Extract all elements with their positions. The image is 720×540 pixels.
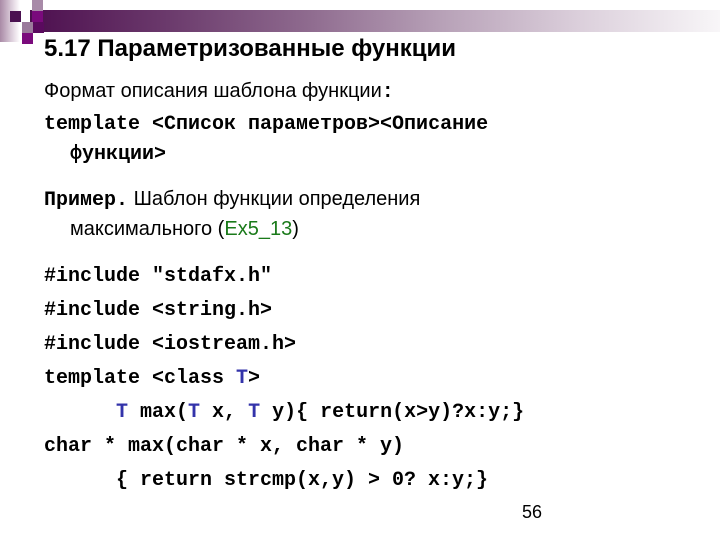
decor-square	[22, 22, 33, 33]
format-label: Формат описания шаблона функции	[44, 80, 382, 102]
code-text: >	[248, 367, 261, 390]
code-line-4: template <class T>	[44, 367, 260, 390]
slide-title: 5.17 Параметризованные функции	[44, 35, 457, 62]
code-text: x,	[200, 401, 249, 424]
type-param: T	[188, 401, 201, 424]
page-number: 56	[522, 502, 543, 522]
type-param: T	[236, 367, 249, 390]
type-param: T	[248, 401, 261, 424]
template-syntax-line1: template <Список параметров><Описание	[44, 113, 489, 136]
code-text: max(	[128, 401, 189, 424]
decor-square	[32, 11, 43, 22]
code-line-2: #include <string.h>	[44, 299, 273, 322]
example-label: Пример.	[44, 189, 129, 212]
example-line1: Пример. Шаблон функции определения	[44, 188, 420, 212]
example-text-post: )	[292, 218, 299, 240]
code-line-3: #include <iostream.h>	[44, 333, 297, 356]
format-description: Формат описания шаблона функции:	[44, 80, 394, 104]
code-line-1: #include "stdafx.h"	[44, 265, 273, 288]
code-text: y){ return(x>y)?x:y;}	[260, 401, 525, 424]
code-text: template <class	[44, 367, 237, 390]
example-text-pre: максимального (	[70, 218, 225, 240]
decor-square	[10, 11, 21, 22]
decor-square	[22, 33, 33, 44]
template-syntax-line2: функции>	[70, 143, 167, 166]
code-line-7: { return strcmp(x,y) > 0? x:y;}	[116, 469, 489, 492]
decor-square	[33, 22, 44, 33]
example-line2: максимального (Ex5_13)	[70, 218, 299, 241]
decor-square	[32, 0, 43, 11]
code-line-6: char * max(char * x, char * y)	[44, 435, 405, 458]
header-gradient-bar	[30, 10, 720, 32]
format-colon: :	[381, 81, 394, 104]
example-link[interactable]: Ex5_13	[224, 218, 292, 240]
code-line-5: T max(T x, T y){ return(x>y)?x:y;}	[116, 401, 524, 424]
example-text: Шаблон функции определения	[128, 188, 421, 210]
type-param: T	[116, 401, 129, 424]
